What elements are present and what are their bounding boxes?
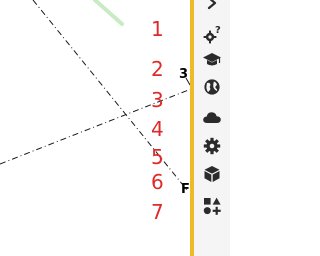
svg-text:?: ? [215,25,221,36]
cube-icon [204,166,220,182]
row-number-7: 7 [151,200,164,224]
cloud-icon [203,112,221,123]
help-gears-icon: ? [203,25,221,44]
shapes-tool-button[interactable] [197,194,227,218]
graduation-cap-icon [203,53,221,66]
chevron-right-icon [207,0,217,10]
point-label-b[interactable]: 3 [179,68,188,82]
row-number-1: 1 [151,17,164,41]
web-browser-button[interactable] [197,75,227,99]
settings-button[interactable] [197,134,227,158]
row-number-6: 6 [151,170,164,194]
globe-icon [204,79,220,95]
help-tool-button[interactable]: ? [197,22,227,46]
3d-view-button[interactable] [197,162,227,186]
tool-sidebar: ? [194,0,230,256]
cloud-button[interactable] [197,105,227,129]
row-number-2: 2 [151,57,164,81]
graphics-canvas[interactable]: 1 2 3 4 5 6 7 3 F [0,0,191,256]
row-number-3: 3 [151,88,164,112]
shapes-plus-icon [203,197,221,215]
row-number-4: 4 [151,117,164,141]
expand-sidebar-button[interactable] [197,0,227,15]
tutorials-button[interactable] [197,48,227,72]
gear-icon [203,137,221,155]
highlighted-segment [93,0,124,26]
app-window: 1 2 3 4 5 6 7 3 F ? [0,0,230,256]
point-label-f[interactable]: F [181,183,190,197]
row-number-5: 5 [151,145,164,169]
